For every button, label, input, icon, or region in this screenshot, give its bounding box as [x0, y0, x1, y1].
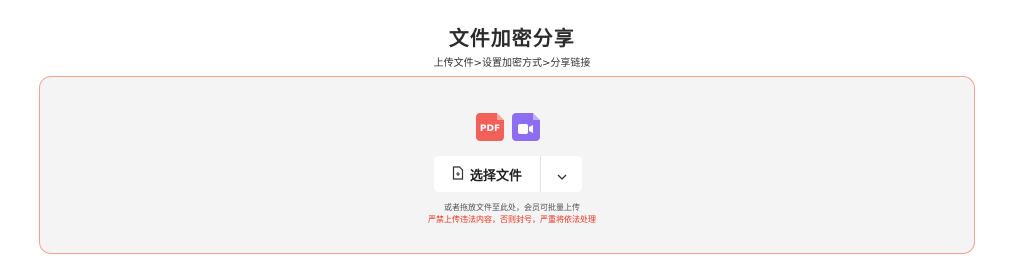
select-file-control: 选择文件: [434, 156, 582, 192]
select-file-button[interactable]: 选择文件: [434, 156, 540, 192]
drag-drop-hint: 或者拖放文件至此处，会员可批量上传: [444, 203, 580, 212]
select-file-label: 选择文件: [469, 168, 522, 184]
video-file-icon: [512, 113, 540, 141]
upload-warning: 严禁上传违法内容，否则封号，严重将依法处理: [428, 215, 596, 224]
file-upload-icon: [452, 165, 464, 184]
pdf-file-icon: PDF: [476, 113, 504, 141]
chevron-down-icon: [557, 165, 567, 184]
file-type-icons: PDF: [476, 113, 540, 141]
step-breadcrumb: 上传文件>设置加密方式>分享链接: [433, 58, 591, 69]
pdf-icon-label: PDF: [479, 123, 501, 134]
page-title: 文件加密分享: [449, 26, 575, 50]
upload-options-dropdown[interactable]: [541, 156, 582, 192]
